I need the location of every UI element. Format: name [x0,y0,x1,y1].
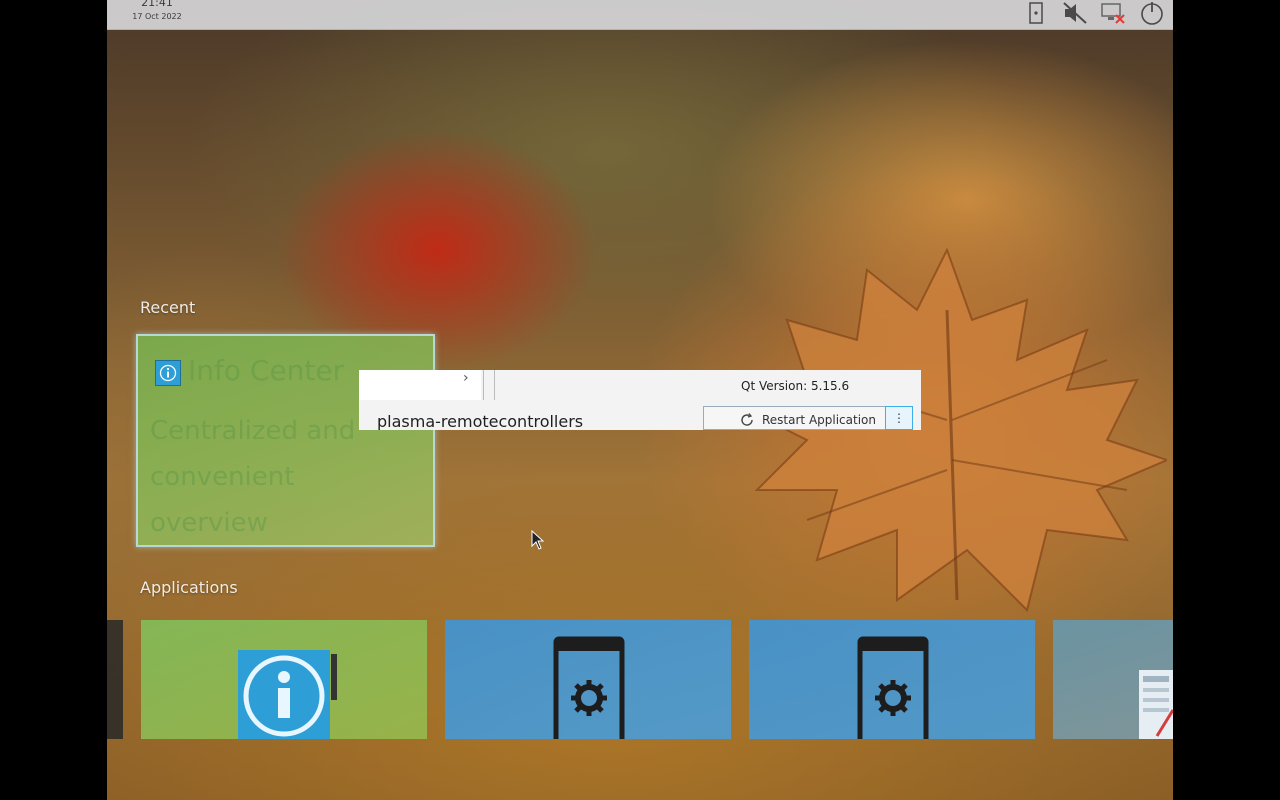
info-icon [238,650,338,739]
clock[interactable]: 21:41 17 Oct 2022 [127,0,187,22]
app-tile-partial-right[interactable] [1053,620,1173,739]
window-nav-pane[interactable]: › [359,370,481,400]
applications-section-title: Applications [140,578,238,597]
refresh-icon [740,413,754,430]
speaker-muted-icon[interactable] [1061,0,1089,26]
settings-window: › Qt Version: 5.15.6 plasma-remotecontro… [359,370,921,430]
top-panel: 21:41 17 Oct 2022 [107,0,1173,30]
phone-settings-icon [857,636,929,739]
info-icon [155,360,181,386]
app-tile-remote-controllers-settings[interactable] [445,620,731,739]
recent-item-name: Info Center [188,354,345,387]
restart-application-button[interactable]: Restart Application [703,406,913,430]
phone-settings-icon [553,636,625,739]
network-disconnected-icon[interactable] [1099,0,1127,26]
overflow-menu-button[interactable]: ⋮ [885,406,913,430]
recent-section-title: Recent [140,298,196,317]
qt-version-label: Qt Version: 5.15.6 [741,379,850,393]
desktop-screen: 21:41 17 Oct 2022 Recent Info Center Cen… [107,0,1173,800]
app-tile-remote-controllers-settings-2[interactable] [749,620,1035,739]
app-tile-partial-left[interactable] [107,620,123,739]
power-icon[interactable] [1138,0,1166,26]
tablet-icon[interactable] [1027,0,1045,26]
app-tile-info-center[interactable] [141,620,427,739]
chevron-right-icon[interactable]: › [463,370,469,386]
clock-date: 17 Oct 2022 [132,12,182,21]
module-name: plasma-remotecontrollers [377,412,584,430]
restart-application-label: Restart Application [762,413,876,427]
document-icon [1139,670,1173,739]
clock-time: 21:41 [141,0,173,9]
mouse-cursor-icon [531,529,545,554]
wallpaper-leaf [724,247,1167,612]
recent-item-info-center[interactable]: Info Center Centralized and convenient o… [136,334,435,547]
pane-splitter[interactable] [483,370,495,400]
